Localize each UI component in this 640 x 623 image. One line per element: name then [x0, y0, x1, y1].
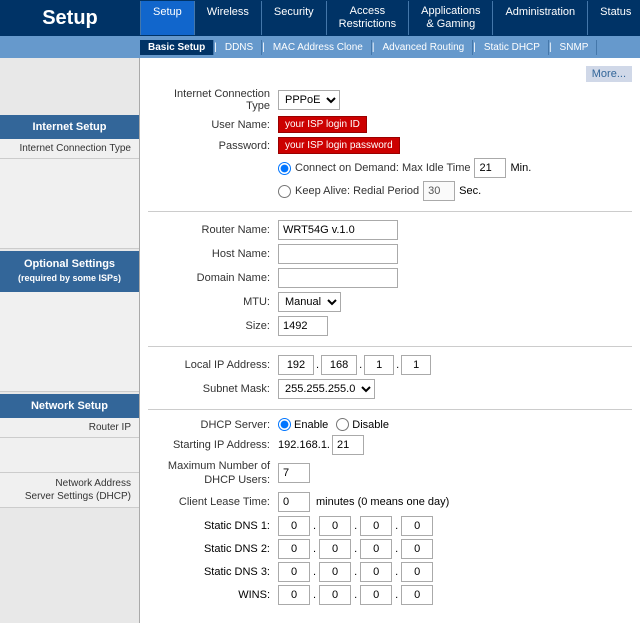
dhcp-server-label: DHCP Server: [148, 419, 278, 431]
dns1-octet3[interactable] [360, 516, 392, 536]
subnav-static-dhcp[interactable]: Static DHCP [476, 40, 549, 55]
wins-octet2[interactable] [319, 585, 351, 605]
connect-demand-label: Connect on Demand: Max Idle Time [295, 162, 470, 174]
wins-octet1[interactable] [278, 585, 310, 605]
keep-alive-radio[interactable] [278, 185, 291, 198]
wins-row: WINS: . . . [148, 585, 632, 605]
dns1-fields: . . . [278, 516, 433, 536]
sidebar-item-dhcp[interactable]: Network AddressServer Settings (DHCP) [0, 473, 139, 508]
sec-label: Sec. [459, 185, 481, 197]
router-name-input[interactable]: WRT54G v.1.0 [278, 220, 398, 240]
nav-access[interactable]: AccessRestrictions [326, 1, 408, 35]
connection-type-label: Internet Connection Type [148, 88, 278, 112]
sub-nav: Basic Setup | DDNS | MAC Address Clone |… [0, 36, 640, 58]
starting-ip-last-input[interactable]: 21 [332, 435, 364, 455]
header: Setup Setup Wireless Security AccessRest… [0, 0, 640, 58]
static-dns-3-row: Static DNS 3: . . . [148, 562, 632, 582]
sidebar-item-connection-type[interactable]: Internet Connection Type [0, 139, 139, 159]
router-name-label: Router Name: [148, 224, 278, 236]
main-nav: Setup Wireless Security AccessRestrictio… [140, 1, 640, 35]
content-area: Internet Setup Internet Connection Type … [0, 58, 640, 623]
host-name-label: Host Name: [148, 248, 278, 260]
static-dns-1-label: Static DNS 1: [148, 520, 278, 532]
lease-time-label: Client Lease Time: [148, 496, 278, 508]
app-title: Setup [0, 7, 140, 30]
dns1-octet4[interactable] [401, 516, 433, 536]
ip-octet-3[interactable] [364, 355, 394, 375]
local-ip-group: . . . [278, 355, 431, 375]
subnet-label: Subnet Mask: [148, 383, 278, 395]
wins-fields: . . . [278, 585, 433, 605]
dhcp-enable-label[interactable]: Enable [278, 418, 328, 431]
ip-octet-4[interactable] [401, 355, 431, 375]
dhcp-enable-radio[interactable] [278, 418, 291, 431]
domain-name-label: Domain Name: [148, 272, 278, 284]
nav-security[interactable]: Security [261, 1, 326, 35]
lease-time-input[interactable]: 0 [278, 492, 310, 512]
optional-settings-section: Router Name: WRT54G v.1.0 Host Name: Dom… [148, 220, 632, 336]
redial-period-input[interactable] [423, 181, 455, 201]
dns3-octet2[interactable] [319, 562, 351, 582]
keep-alive-label: Keep Alive: Redial Period [295, 185, 419, 197]
router-ip-section: Local IP Address: . . . Subnet Mask: 255… [148, 355, 632, 399]
username-label: User Name: [148, 119, 278, 131]
sidebar: Internet Setup Internet Connection Type … [0, 58, 140, 623]
nav-administration[interactable]: Administration [492, 1, 587, 35]
subnav-snmp[interactable]: SNMP [552, 40, 598, 55]
dhcp-enable-disable: Enable Disable [278, 418, 389, 431]
connection-type-section: Internet Connection Type PPPoE User Name… [148, 88, 632, 201]
subnav-mac-clone[interactable]: MAC Address Clone [265, 40, 372, 55]
nav-applications[interactable]: Applications& Gaming [408, 1, 492, 35]
username-placeholder: your ISP login ID [278, 116, 367, 133]
wins-octet4[interactable] [401, 585, 433, 605]
nav-setup[interactable]: Setup [140, 1, 194, 35]
sidebar-section-internet: Internet Setup [0, 115, 139, 139]
max-dhcp-users-input[interactable]: 7 [278, 463, 310, 483]
mtu-select[interactable]: Manual Auto [278, 292, 341, 312]
subnav-basic-setup[interactable]: Basic Setup [140, 40, 214, 55]
min-label: Min. [510, 162, 531, 174]
dns1-octet2[interactable] [319, 516, 351, 536]
main-content: More... Internet Connection Type PPPoE U… [140, 58, 640, 623]
dns3-octet1[interactable] [278, 562, 310, 582]
dhcp-disable-radio[interactable] [336, 418, 349, 431]
sidebar-item-router-ip[interactable]: Router IP [0, 418, 139, 438]
wins-octet3[interactable] [360, 585, 392, 605]
dns3-octet3[interactable] [360, 562, 392, 582]
subnav-advanced-routing[interactable]: Advanced Routing [374, 40, 473, 55]
size-label: Size: [148, 320, 278, 332]
connect-demand-radio[interactable] [278, 162, 291, 175]
domain-name-input[interactable] [278, 268, 398, 288]
subnav-ddns[interactable]: DDNS [217, 40, 262, 55]
starting-ip-base: 192.168.1. [278, 439, 330, 451]
password-placeholder: your ISP login password [278, 137, 400, 154]
ip-octet-1[interactable] [278, 355, 314, 375]
dhcp-section: DHCP Server: Enable Disable Starting IP … [148, 418, 632, 605]
connection-type-select[interactable]: PPPoE [278, 90, 340, 110]
lease-time-note: minutes (0 means one day) [316, 496, 449, 508]
sidebar-section-optional: Optional Settings(required by some ISPs) [0, 251, 139, 292]
host-name-input[interactable] [278, 244, 398, 264]
ip-octet-2[interactable] [321, 355, 357, 375]
sidebar-section-network: Network Setup [0, 394, 139, 418]
more-link[interactable]: More... [586, 66, 632, 82]
nav-status[interactable]: Status [587, 1, 640, 35]
starting-ip-group: 192.168.1. 21 [278, 435, 364, 455]
password-label: Password: [148, 140, 278, 152]
subnet-select[interactable]: 255.255.255.0 255.255.0.0 255.0.0.0 [278, 379, 375, 399]
wins-label: WINS: [148, 589, 278, 601]
dhcp-disable-label[interactable]: Disable [336, 418, 389, 431]
static-dns-3-label: Static DNS 3: [148, 566, 278, 578]
max-users-label: Maximum Number ofDHCP Users: [148, 459, 278, 488]
nav-wireless[interactable]: Wireless [194, 1, 261, 35]
starting-ip-label: Starting IP Address: [148, 439, 278, 451]
local-ip-label: Local IP Address: [148, 359, 278, 371]
dns3-octet4[interactable] [401, 562, 433, 582]
dns1-octet1[interactable] [278, 516, 310, 536]
mtu-label: MTU: [148, 296, 278, 308]
dns3-fields: . . . [278, 562, 433, 582]
size-input[interactable]: 1492 [278, 316, 328, 336]
max-idle-time-input[interactable] [474, 158, 506, 178]
static-dns-1-row: Static DNS 1: . . . [148, 516, 632, 536]
